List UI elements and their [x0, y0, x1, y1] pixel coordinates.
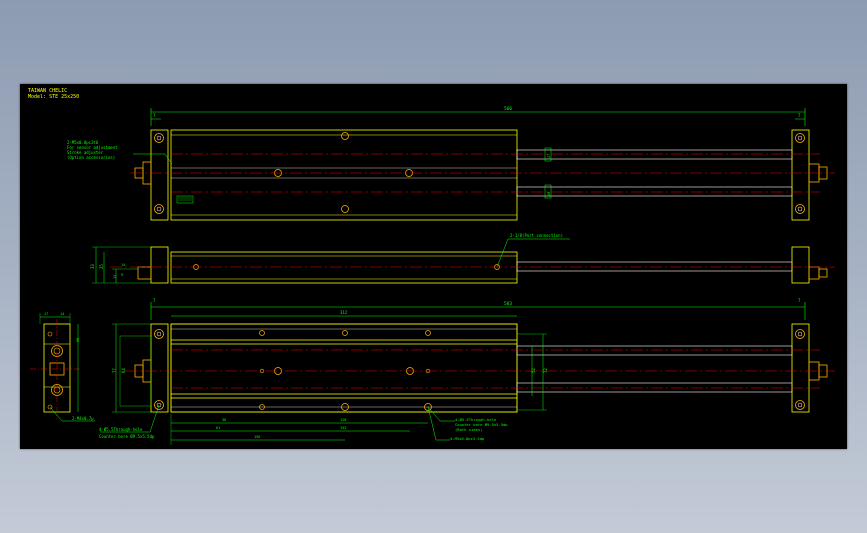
dim-36: 36 [222, 418, 226, 422]
dim-bottom-h2: 64 [121, 368, 126, 373]
dim-top-small-2: 20 [547, 192, 551, 196]
dim-bottom-h1: 77 [112, 368, 117, 373]
dim-bore-b: 9 [121, 273, 123, 277]
dim-side-height-c: 13 [113, 275, 117, 279]
cad-drawing: TAIWAN CHELIC Model: STE 25x250 566 7 7 [28, 88, 835, 445]
side-view: 33 25 13 14 9 2-1/8(Port connection) [90, 233, 835, 284]
dim-top-left-offset: 7 [153, 113, 156, 118]
dim-end-b: 14 [60, 312, 64, 316]
dim-156: 156 [254, 435, 260, 439]
callout-cbore-2: Counter bore Ø9.5x5.5dp [99, 434, 155, 439]
callout-right-4: 4-M5x0.8pc3.5dp [450, 436, 485, 441]
title-model: Model: STE 25x250 [28, 94, 79, 100]
dim-top-small-1: 27 [547, 154, 551, 158]
dim-bore-a: 14 [121, 263, 125, 267]
callout-port: 2-1/8(Port connection) [510, 233, 563, 238]
dim-stroke: 312 [340, 310, 348, 315]
dim-128: 128 [340, 418, 346, 422]
dim-top-right-offset: 7 [798, 113, 801, 118]
top-view: 566 7 7 2-M5x0.8pc3t6 For sensor adjustm… [67, 106, 835, 221]
dim-end-a: 17 [44, 312, 48, 316]
dim-top-overall: 566 [504, 106, 512, 112]
dim-side-height-b: 25 [99, 264, 104, 269]
dim-bottom-overall: 583 [504, 301, 512, 307]
bottom-view: 583 7 7 312 77 64 72 52 36 61 128 152 15… [99, 298, 835, 445]
cad-viewport[interactable]: TAIWAN CHELIC Model: STE 25x250 566 7 7 [20, 84, 847, 449]
dim-right-h: 72 [543, 368, 548, 373]
callout-sensor-4: (Option accessories) [67, 155, 115, 160]
dim-right-h2: 52 [531, 368, 536, 373]
callout-right-3: (Both sides) [455, 427, 482, 432]
dim-bottom-right-offset: 7 [798, 298, 801, 303]
dim-152: 152 [340, 426, 346, 430]
dim-side-height-a: 33 [90, 264, 95, 269]
dim-end-height: 50 [76, 338, 80, 342]
dim-bottom-left-offset: 7 [153, 298, 156, 303]
callout-end-tap: 2-M4x0.7p [72, 416, 94, 421]
callout-cbore-1: 4-Ø5.5Through-hole [99, 427, 143, 432]
end-view: 17 14 50 2-M4x0.7p [30, 312, 95, 422]
dim-61: 61 [216, 426, 220, 430]
